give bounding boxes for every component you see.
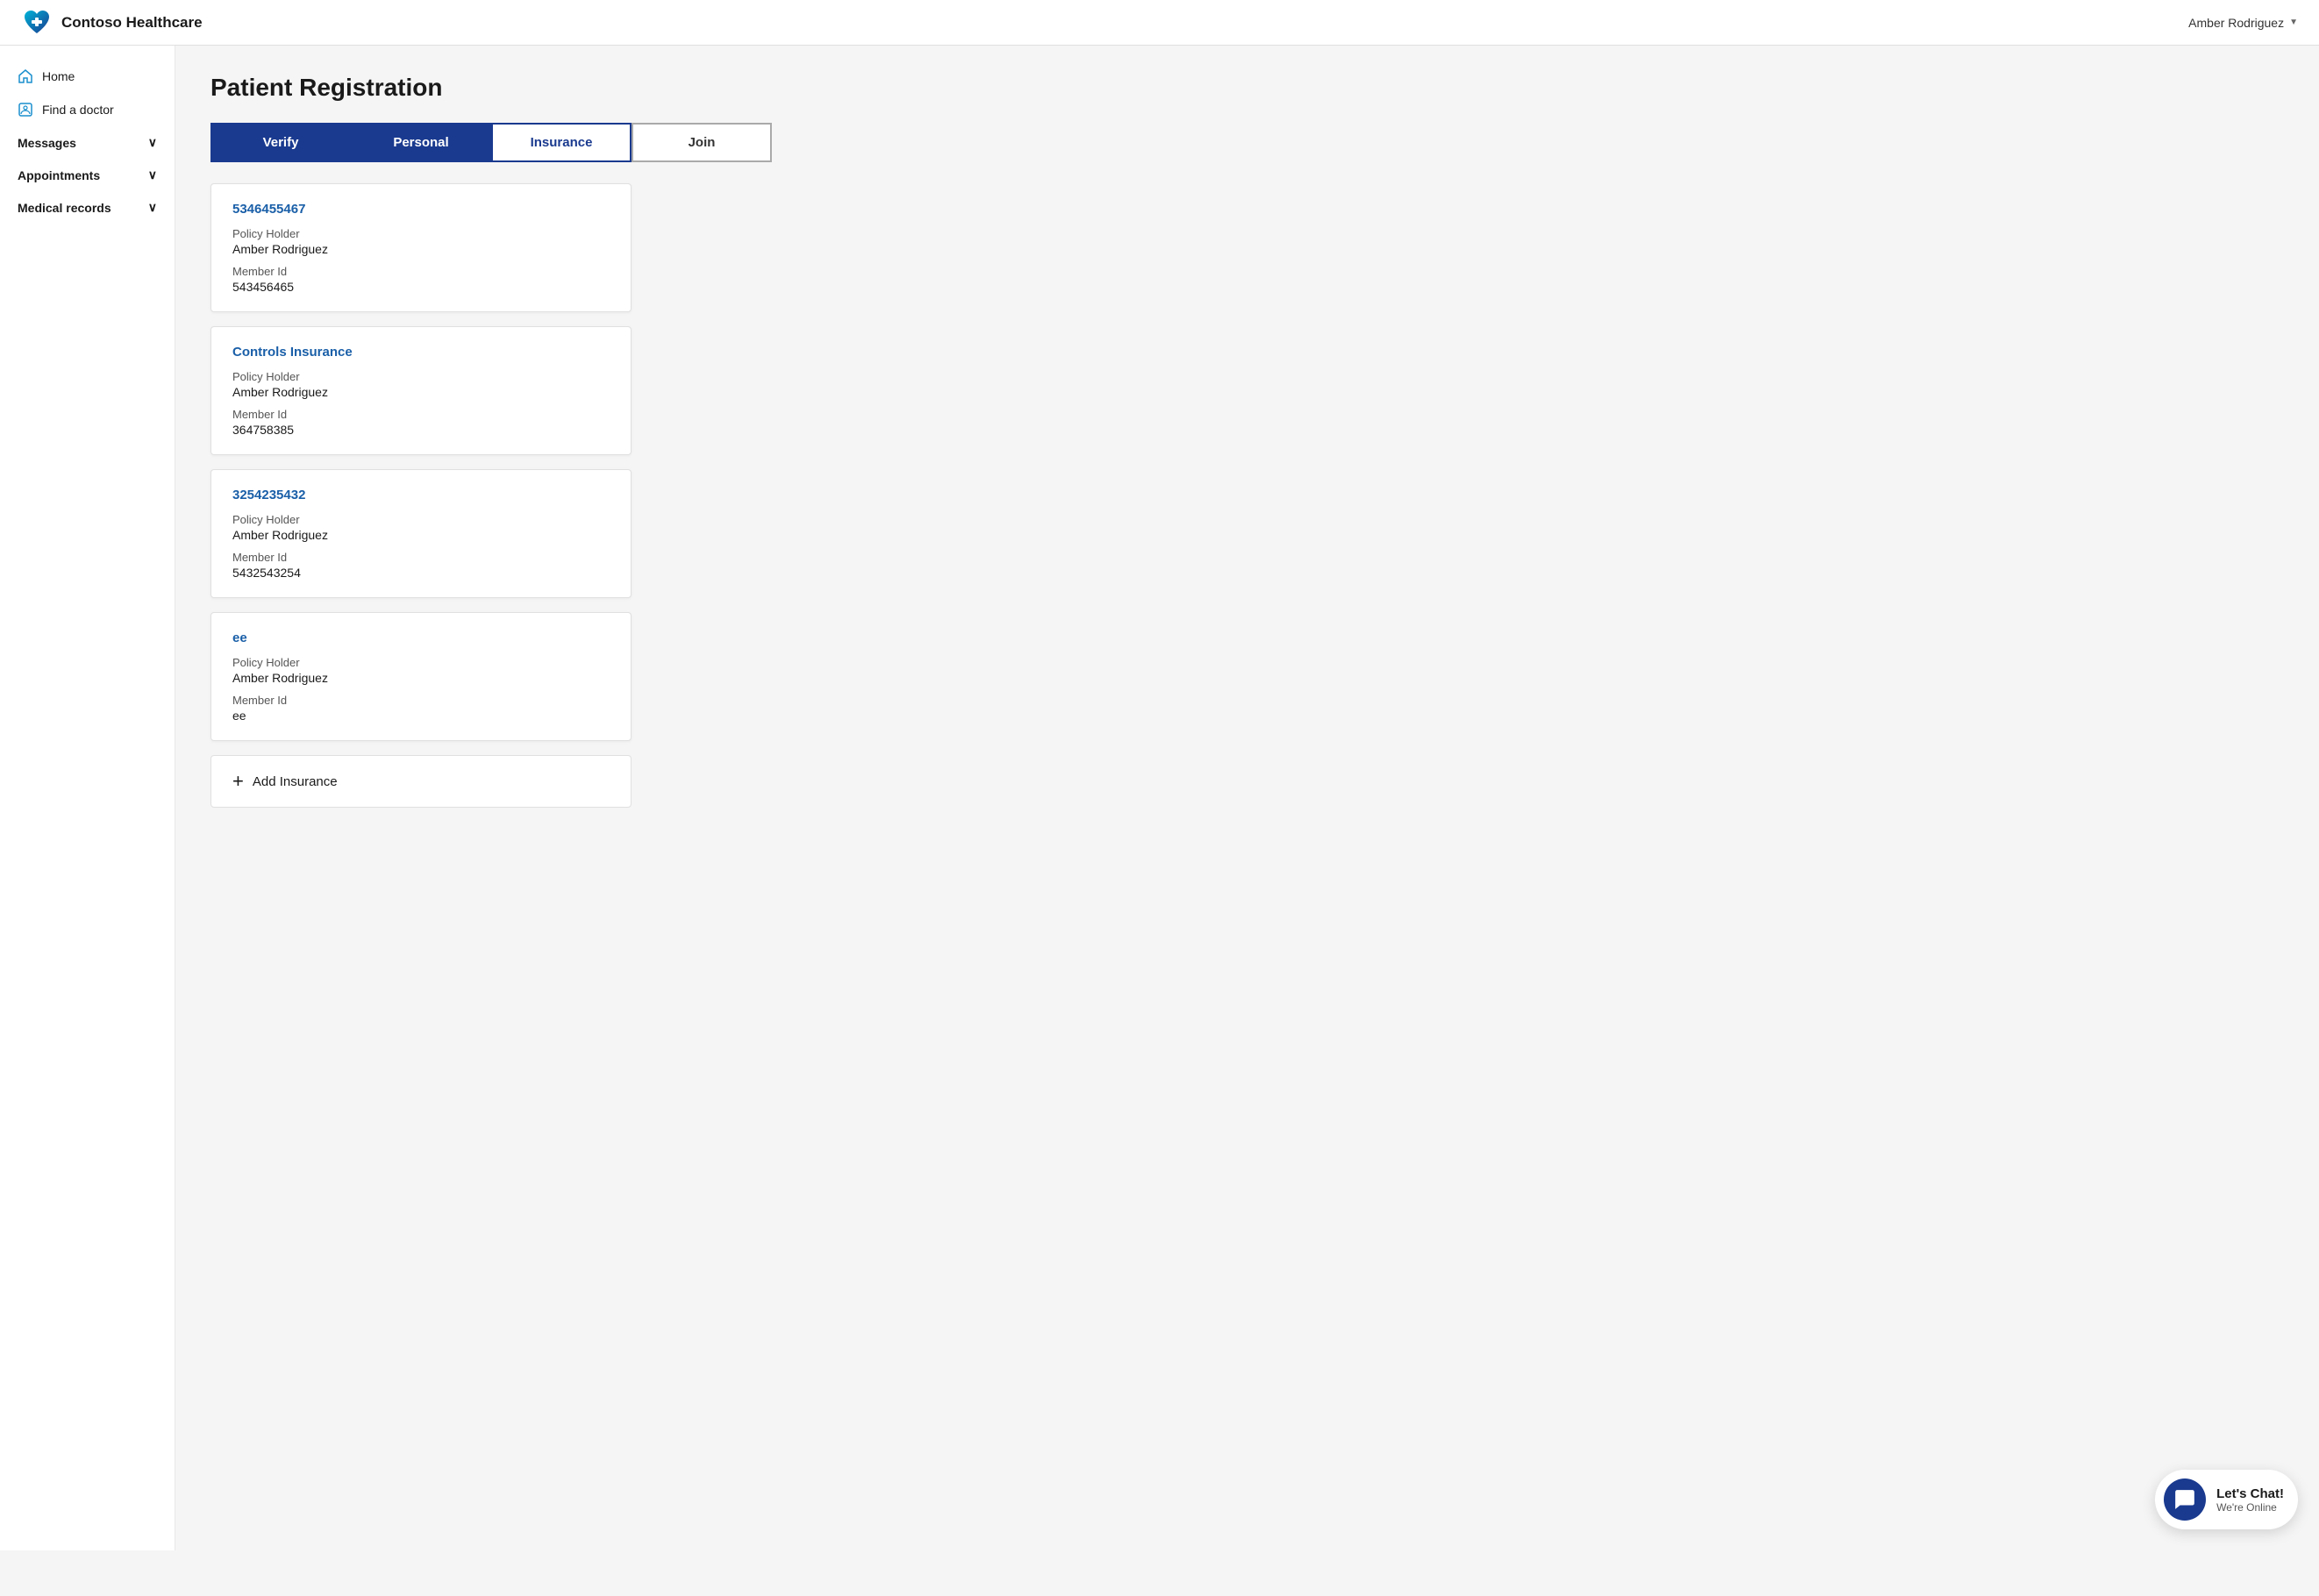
sidebar-item-find-doctor[interactable]: Find a doctor xyxy=(0,93,175,126)
tab-insurance[interactable]: Insurance xyxy=(491,123,631,162)
user-chevron-icon: ▼ xyxy=(2289,18,2298,27)
find-doctor-icon xyxy=(18,102,33,118)
sidebar-item-messages[interactable]: Messages ∨ xyxy=(0,126,175,159)
insurance-card-3-member-id-label: Member Id xyxy=(232,551,610,564)
insurance-card-1-title[interactable]: 5346455467 xyxy=(232,202,610,217)
insurance-card-2-policy-holder-value: Amber Rodriguez xyxy=(232,385,610,399)
insurance-card-1-policy-holder-label: Policy Holder xyxy=(232,227,610,240)
plus-icon: + xyxy=(232,772,244,791)
insurance-card-2: Controls Insurance Policy Holder Amber R… xyxy=(210,326,631,455)
sidebar-home-label: Home xyxy=(42,69,157,83)
insurance-card-2-policy-holder-label: Policy Holder xyxy=(232,370,610,383)
insurance-card-3-policy-holder-label: Policy Holder xyxy=(232,513,610,526)
add-insurance-label: Add Insurance xyxy=(253,774,338,789)
page-title: Patient Registration xyxy=(210,74,2284,102)
insurance-card-3: 3254235432 Policy Holder Amber Rodriguez… xyxy=(210,469,631,598)
user-menu[interactable]: Amber Rodriguez ▼ xyxy=(2188,16,2298,30)
sidebar-appointments-label: Appointments xyxy=(18,168,100,182)
sidebar-item-medical-records[interactable]: Medical records ∨ xyxy=(0,191,175,224)
chat-icon xyxy=(2173,1488,2196,1511)
sidebar: Home Find a doctor Messages ∨ Appointmen… xyxy=(0,46,175,1550)
insurance-card-4: ee Policy Holder Amber Rodriguez Member … xyxy=(210,612,631,741)
insurance-card-4-title[interactable]: ee xyxy=(232,631,610,645)
sidebar-find-doctor-label: Find a doctor xyxy=(42,103,157,117)
insurance-card-2-member-id-label: Member Id xyxy=(232,408,610,421)
brand-title: Contoso Healthcare xyxy=(61,14,203,32)
appointments-chevron-icon: ∨ xyxy=(148,167,157,182)
layout: Home Find a doctor Messages ∨ Appointmen… xyxy=(0,46,2319,1550)
chat-title: Let's Chat! xyxy=(2216,1486,2284,1501)
insurance-card-1-member-id-value: 543456465 xyxy=(232,280,610,294)
add-insurance-button[interactable]: + Add Insurance xyxy=(210,755,631,808)
chat-bubble-icon xyxy=(2164,1478,2206,1521)
insurance-cards-container: 5346455467 Policy Holder Amber Rodriguez… xyxy=(210,183,631,808)
tab-personal[interactable]: Personal xyxy=(351,123,491,162)
tab-join[interactable]: Join xyxy=(631,123,772,162)
insurance-card-4-policy-holder-label: Policy Holder xyxy=(232,656,610,669)
messages-chevron-icon: ∨ xyxy=(148,135,157,150)
insurance-card-3-policy-holder-value: Amber Rodriguez xyxy=(232,528,610,542)
brand-logo xyxy=(21,7,53,39)
insurance-card-2-title[interactable]: Controls Insurance xyxy=(232,345,610,360)
insurance-card-4-policy-holder-value: Amber Rodriguez xyxy=(232,671,610,685)
insurance-card-3-member-id-value: 5432543254 xyxy=(232,566,610,580)
insurance-card-1-member-id-label: Member Id xyxy=(232,265,610,278)
sidebar-medical-records-label: Medical records xyxy=(18,201,111,215)
brand: Contoso Healthcare xyxy=(21,7,203,39)
sidebar-item-appointments[interactable]: Appointments ∨ xyxy=(0,159,175,191)
insurance-card-4-member-id-value: ee xyxy=(232,709,610,723)
tab-verify[interactable]: Verify xyxy=(210,123,351,162)
insurance-card-3-title[interactable]: 3254235432 xyxy=(232,488,610,502)
medical-records-chevron-icon: ∨ xyxy=(148,200,157,215)
main-content: Patient Registration Verify Personal Ins… xyxy=(175,46,2319,1550)
user-name: Amber Rodriguez xyxy=(2188,16,2284,30)
insurance-card-1: 5346455467 Policy Holder Amber Rodriguez… xyxy=(210,183,631,312)
chat-subtitle: We're Online xyxy=(2216,1501,2284,1514)
chat-widget[interactable]: Let's Chat! We're Online xyxy=(2155,1470,2298,1529)
insurance-card-4-member-id-label: Member Id xyxy=(232,694,610,707)
tabs-container: Verify Personal Insurance Join xyxy=(210,123,2284,162)
sidebar-messages-label: Messages xyxy=(18,136,76,150)
sidebar-item-home[interactable]: Home xyxy=(0,60,175,93)
topnav: Contoso Healthcare Amber Rodriguez ▼ xyxy=(0,0,2319,46)
insurance-card-1-policy-holder-value: Amber Rodriguez xyxy=(232,242,610,256)
home-icon xyxy=(18,68,33,84)
insurance-card-2-member-id-value: 364758385 xyxy=(232,423,610,437)
chat-text: Let's Chat! We're Online xyxy=(2216,1486,2284,1514)
